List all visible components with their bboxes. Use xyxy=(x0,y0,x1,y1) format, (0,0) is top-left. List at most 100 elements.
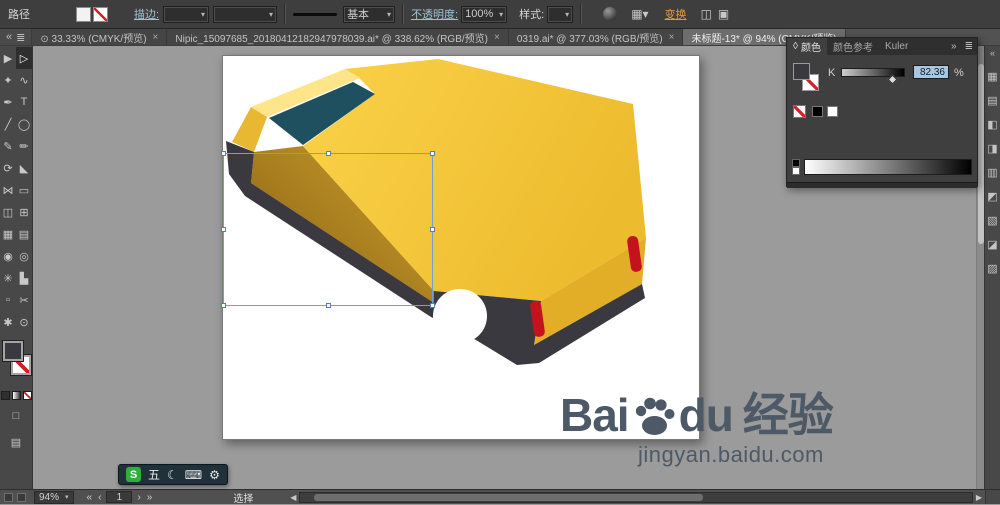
k-value-field[interactable]: 82.36 xyxy=(913,65,949,79)
stroke-width-combo[interactable]: ▾ xyxy=(163,5,210,23)
panel-menu-icon[interactable]: ≣ xyxy=(961,38,977,55)
dock-color-icon[interactable]: ▦ xyxy=(986,69,1000,83)
lasso-tool[interactable]: ∿ xyxy=(16,69,32,91)
draw-mode-icon[interactable]: □ xyxy=(7,406,25,426)
dock-stroke-icon[interactable]: ▥ xyxy=(986,165,1000,179)
tab-color-guide[interactable]: 颜色参考 xyxy=(827,38,879,55)
rotate-tool[interactable]: ⟳ xyxy=(0,157,16,179)
selection-handle[interactable] xyxy=(221,227,226,232)
dock-collapse-icon[interactable]: « xyxy=(990,48,995,58)
panel-fill-proxy[interactable] xyxy=(793,63,810,80)
opacity-link[interactable]: 不透明度: xyxy=(411,6,458,22)
horizontal-scroll-track[interactable] xyxy=(299,491,973,503)
k-channel-slider[interactable] xyxy=(841,68,905,85)
artboard-tool[interactable]: ▫ xyxy=(0,289,16,311)
line-segment-tool[interactable]: ╱ xyxy=(0,113,16,135)
dock-brushes-icon[interactable]: ◧ xyxy=(986,117,1000,131)
stroke-swatch[interactable] xyxy=(93,6,108,22)
toolbox-icon[interactable]: ⚙ xyxy=(209,468,220,482)
artboard-canvas[interactable] xyxy=(221,55,700,440)
next-artboard-button[interactable]: › xyxy=(134,492,143,503)
dock-symbols-icon[interactable]: ◨ xyxy=(986,141,1000,155)
dock-layers-icon[interactable]: ▨ xyxy=(986,261,1000,275)
eyedropper-tool[interactable]: ◉ xyxy=(0,245,16,267)
horizontal-scrollbar-thumb[interactable] xyxy=(313,493,704,501)
column-graph-tool[interactable]: ▙ xyxy=(16,267,32,289)
dock-swatches-icon[interactable]: ▤ xyxy=(986,93,1000,107)
selection-handle[interactable] xyxy=(221,303,226,308)
status-mini-icon[interactable] xyxy=(17,492,26,502)
document-tab[interactable]: Nipic_15097685_20180412182947978039.ai* … xyxy=(167,29,509,45)
transform-link[interactable]: 变换 xyxy=(665,6,687,22)
dock-gradient-icon[interactable]: ◩ xyxy=(986,189,1000,203)
tab-close-icon[interactable]: × xyxy=(669,32,675,43)
soft-keyboard-icon[interactable]: ⌨ xyxy=(185,468,202,482)
tab-close-icon[interactable]: × xyxy=(153,32,159,43)
stroke-link[interactable]: 描边: xyxy=(134,6,159,22)
previous-artboard-button[interactable]: ‹ xyxy=(95,492,104,503)
none-mode-icon[interactable] xyxy=(22,391,32,400)
dock-transparency-icon[interactable]: ▧ xyxy=(986,213,1000,227)
sogou-logo[interactable]: S xyxy=(126,467,141,482)
gradient-mode-icon[interactable] xyxy=(11,391,21,400)
zoom-level-combo[interactable]: 94% ▾ xyxy=(34,490,74,504)
direct-selection-tool[interactable]: ▷ xyxy=(16,47,32,69)
grayscale-spectrum-ramp[interactable] xyxy=(804,159,972,175)
paintbrush-tool[interactable]: ✎ xyxy=(0,135,16,157)
black-swatch[interactable] xyxy=(812,106,823,117)
horizontal-scrollbar[interactable]: ◀ ▶ xyxy=(287,491,985,504)
selection-handle[interactable] xyxy=(326,151,331,156)
first-artboard-button[interactable]: « xyxy=(84,492,96,503)
gradient-tool[interactable]: ▤ xyxy=(16,223,32,245)
selection-handle[interactable] xyxy=(430,151,435,156)
scroll-right-arrow[interactable]: ▶ xyxy=(973,493,985,502)
document-setup-icon[interactable] xyxy=(603,7,618,21)
opacity-combo[interactable]: 100% ▾ xyxy=(461,5,508,23)
selection-handle[interactable] xyxy=(221,151,226,156)
tab-close-icon[interactable]: × xyxy=(494,32,500,43)
magic-wand-tool[interactable]: ✦ xyxy=(0,69,16,91)
none-swatch[interactable] xyxy=(793,105,806,118)
status-mini-icon[interactable] xyxy=(4,492,13,502)
tab-list-icon[interactable]: ≣ xyxy=(16,31,25,44)
selection-handle[interactable] xyxy=(326,303,331,308)
van-hood-front[interactable] xyxy=(232,107,267,152)
dock-appearance-icon[interactable]: ◪ xyxy=(986,237,1000,251)
symbol-sprayer-tool[interactable]: ✳ xyxy=(0,267,16,289)
selection-tool[interactable]: ▶ xyxy=(0,47,16,69)
type-tool[interactable]: T xyxy=(16,91,32,113)
last-artboard-button[interactable]: » xyxy=(144,492,156,503)
free-transform-tool[interactable]: ▭ xyxy=(16,179,32,201)
input-mode-wubi[interactable]: 五 xyxy=(148,466,160,483)
pencil-tool[interactable]: ✏ xyxy=(16,135,32,157)
width-tool[interactable]: ⋈ xyxy=(0,179,16,201)
tab-scroll-left-icon[interactable]: « xyxy=(6,31,12,43)
align-icon[interactable]: ◫ xyxy=(701,7,712,21)
hand-tool[interactable]: ✱ xyxy=(0,311,16,333)
artboard-number-field[interactable]: 1 xyxy=(106,491,133,503)
perspective-grid-tool[interactable]: ⊞ xyxy=(16,201,32,223)
document-tab[interactable]: 0319.ai* @ 377.03% (RGB/预览) × xyxy=(508,29,684,45)
mesh-tool[interactable]: ▦ xyxy=(0,223,16,245)
k-slider-handle[interactable] xyxy=(887,74,898,85)
night-mode-icon[interactable]: ☾ xyxy=(167,468,178,482)
zoom-tool[interactable]: ⊙ xyxy=(16,311,32,333)
document-tab[interactable]: ⊙ 33.33% (CMYK/预览) × xyxy=(32,29,168,45)
screen-mode-icon[interactable]: ▤ xyxy=(7,432,25,452)
selection-bounding-box[interactable] xyxy=(221,151,435,308)
tab-color[interactable]: ◊ 颜色 xyxy=(787,38,827,55)
slice-tool[interactable]: ✂ xyxy=(16,289,32,311)
bw-mini-swatches[interactable] xyxy=(792,159,801,176)
distribute-icon[interactable]: ▣ xyxy=(718,7,729,21)
panel-resize-grip[interactable] xyxy=(787,182,977,188)
white-swatch[interactable] xyxy=(827,106,838,117)
blend-tool[interactable]: ◎ xyxy=(16,245,32,267)
brush-definition-combo[interactable]: 基本 ▾ xyxy=(343,5,396,23)
pen-tool[interactable]: ✒ xyxy=(0,91,16,113)
shape-builder-tool[interactable]: ◫ xyxy=(0,201,16,223)
selection-handle[interactable] xyxy=(430,227,435,232)
selection-handle[interactable] xyxy=(430,303,435,308)
tab-kuler[interactable]: Kuler xyxy=(879,38,914,55)
preferences-grid-icon[interactable]: ▦▾ xyxy=(631,7,648,21)
scroll-left-arrow[interactable]: ◀ xyxy=(287,493,299,502)
